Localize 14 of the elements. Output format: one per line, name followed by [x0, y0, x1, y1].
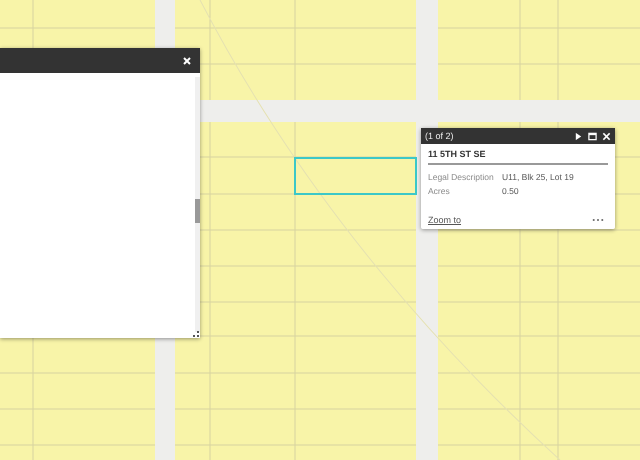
field-value: 0.50 [502, 185, 519, 198]
close-icon[interactable] [182, 56, 192, 66]
close-icon[interactable] [602, 132, 611, 140]
field-label: Acres [428, 185, 451, 198]
field-value: U11, Blk 25, Lot 19 [502, 171, 574, 184]
field-label: Legal Description [428, 171, 495, 184]
scrollbar[interactable] [195, 77, 200, 332]
more-icon[interactable] [592, 218, 604, 222]
result-counter: (1 of 2) [425, 131, 454, 141]
next-icon[interactable] [574, 132, 583, 140]
popup-title: 11 5TH ST SE [428, 149, 487, 159]
maximize-icon[interactable] [588, 132, 597, 140]
zoom-to-link[interactable]: Zoom to [428, 215, 462, 225]
resize-grip-icon[interactable] [193, 331, 199, 337]
